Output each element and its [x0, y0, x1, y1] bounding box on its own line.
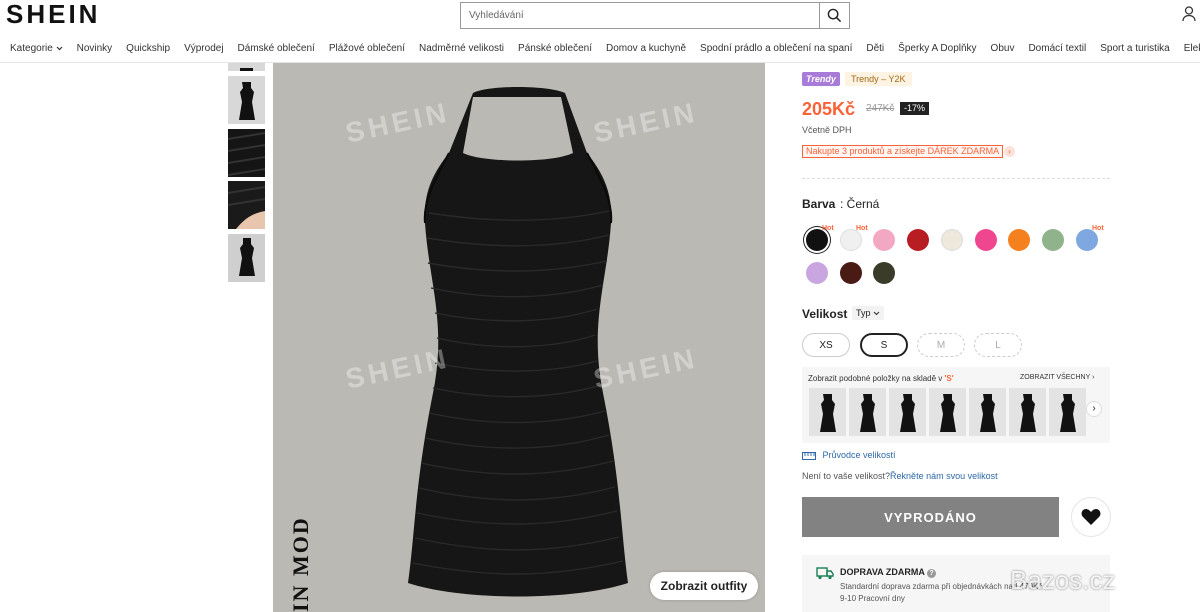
size-option-xs[interactable]: XS: [802, 333, 850, 357]
nav-item[interactable]: Spodní prádlo a oblečení na spaní: [700, 42, 852, 58]
size-type-dropdown[interactable]: Typ: [852, 306, 885, 320]
color-swatch[interactable]: [806, 262, 828, 284]
search-button[interactable]: [819, 3, 849, 28]
nav-item[interactable]: Obuv: [991, 42, 1015, 58]
color-value: : Černá: [840, 197, 880, 211]
similar-item-thumbnail[interactable]: [929, 388, 966, 436]
hot-label: Hot: [1092, 225, 1104, 232]
trendy-badge: Trendy: [802, 72, 840, 86]
size-option-m[interactable]: M: [917, 333, 965, 357]
thumbnail-1[interactable]: [228, 63, 265, 71]
view-outfit-button[interactable]: Zobrazit outfity: [650, 572, 758, 600]
hot-label: Hot: [856, 225, 868, 232]
nav-item[interactable]: Plážové oblečení: [329, 42, 405, 58]
similar-items-title: Zobrazit podobné položky na skladě v 'S': [808, 374, 954, 383]
bazos-watermark: Bazos.cz: [1010, 565, 1116, 595]
color-swatch[interactable]: [806, 229, 828, 251]
nav-item[interactable]: Elek: [1184, 42, 1200, 58]
nav-item[interactable]: Děti: [866, 42, 884, 58]
size-option-s[interactable]: S: [860, 333, 908, 357]
similar-item-thumbnail[interactable]: [1049, 388, 1086, 436]
similar-item-thumbnail[interactable]: [1009, 388, 1046, 436]
thumbnail-5[interactable]: [228, 234, 265, 282]
similar-item-thumbnail[interactable]: [969, 388, 1006, 436]
heart-icon: [1081, 509, 1101, 525]
thumbnail-3[interactable]: [228, 129, 265, 177]
current-price: 205Kč: [802, 99, 856, 119]
style-badge[interactable]: Trendy – Y2K: [845, 72, 912, 86]
promo-banner[interactable]: Nakupte 3 produktů a získejte DÁREK ZDAR…: [802, 145, 1004, 158]
color-swatch[interactable]: [1008, 229, 1031, 251]
sold-out-button[interactable]: VYPRODÁNO: [802, 497, 1059, 537]
color-swatch[interactable]: [1075, 229, 1098, 251]
color-label: Barva: [802, 197, 836, 211]
color-swatch[interactable]: [839, 262, 862, 284]
thumbnail-4[interactable]: [228, 181, 265, 229]
chevron-down-icon: [873, 311, 880, 316]
view-all-link[interactable]: ZOBRAZIT VŠECHNY ›: [1020, 374, 1094, 381]
size-question: Není to vaše velikost?Řekněte nám svou v…: [802, 471, 998, 481]
size-option-l[interactable]: L: [974, 333, 1022, 357]
color-swatch[interactable]: [1041, 229, 1064, 251]
nav-item[interactable]: Domácí textil: [1028, 42, 1086, 58]
main-product-image[interactable]: SHEIN SHEIN SHEIN SHEIN: [273, 63, 765, 612]
size-guide-link[interactable]: Průvodce velikostí: [802, 450, 896, 460]
chevron-right-icon[interactable]: ›: [1004, 146, 1015, 157]
shipping-title: DOPRAVA ZDARMA ?: [840, 567, 937, 578]
color-swatch[interactable]: [873, 229, 896, 251]
nav-item[interactable]: Šperky A Doplňky: [898, 42, 976, 58]
search-box: [460, 2, 850, 29]
color-swatch[interactable]: [974, 229, 997, 251]
similar-item-thumbnail[interactable]: [849, 388, 886, 436]
nav-item[interactable]: Výprodej: [184, 42, 223, 58]
site-header: SHEIN Kategorie Novinky Quickship Výprod…: [0, 0, 1200, 63]
nav-item-kategorie[interactable]: Kategorie: [10, 42, 63, 58]
wishlist-button[interactable]: [1071, 497, 1111, 537]
nav-item[interactable]: Dámské oblečení: [238, 42, 315, 58]
vertical-brand-text: IN MOD: [288, 516, 313, 612]
color-swatch[interactable]: [839, 229, 862, 251]
vat-note: Včetně DPH: [802, 125, 852, 135]
size-label: Velikost: [802, 307, 848, 321]
discount-badge: -17%: [900, 102, 930, 115]
hot-label: Hot: [822, 225, 834, 232]
divider: [802, 178, 1110, 179]
nav-item[interactable]: Sport a turistika: [1100, 42, 1169, 58]
nav-item[interactable]: Nadměrné velikosti: [419, 42, 504, 58]
color-swatch[interactable]: [873, 262, 896, 284]
size-type-label: Typ: [856, 308, 871, 318]
nav-item[interactable]: Pánské oblečení: [518, 42, 592, 58]
tell-size-link[interactable]: Řekněte nám svou velikost: [890, 471, 998, 481]
chevron-down-icon: [56, 46, 63, 51]
thumbnail-2[interactable]: [228, 76, 265, 124]
color-swatch[interactable]: [907, 229, 930, 251]
info-icon[interactable]: ?: [927, 569, 937, 578]
search-icon: [827, 8, 842, 23]
nav-item[interactable]: Domov a kuchyně: [606, 42, 686, 58]
nav-item[interactable]: Novinky: [77, 42, 113, 58]
chevron-right-icon[interactable]: ›: [1086, 401, 1102, 417]
color-swatch[interactable]: [940, 229, 963, 251]
nav-item[interactable]: Quickship: [126, 42, 170, 58]
user-icon[interactable]: [1182, 6, 1196, 27]
similar-item-thumbnail[interactable]: [809, 388, 846, 436]
truck-icon: [816, 567, 834, 580]
ruler-icon: [802, 451, 816, 460]
similar-item-thumbnail[interactable]: [889, 388, 926, 436]
original-price: 247Kč: [866, 103, 895, 114]
search-input[interactable]: [461, 3, 819, 28]
category-nav: Kategorie Novinky Quickship Výprodej Dám…: [0, 42, 1200, 58]
shein-logo[interactable]: SHEIN: [6, 0, 100, 28]
